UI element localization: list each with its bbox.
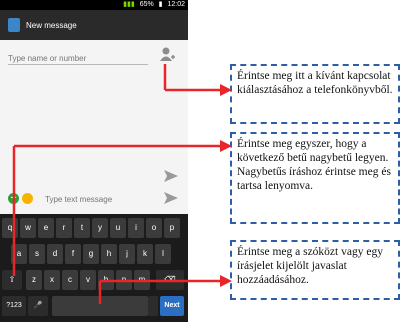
arrow-to-space (98, 275, 232, 304)
annotation-arrows (12, 64, 232, 304)
arrow-to-contacts (163, 64, 232, 96)
arrow-to-shift (12, 140, 232, 276)
